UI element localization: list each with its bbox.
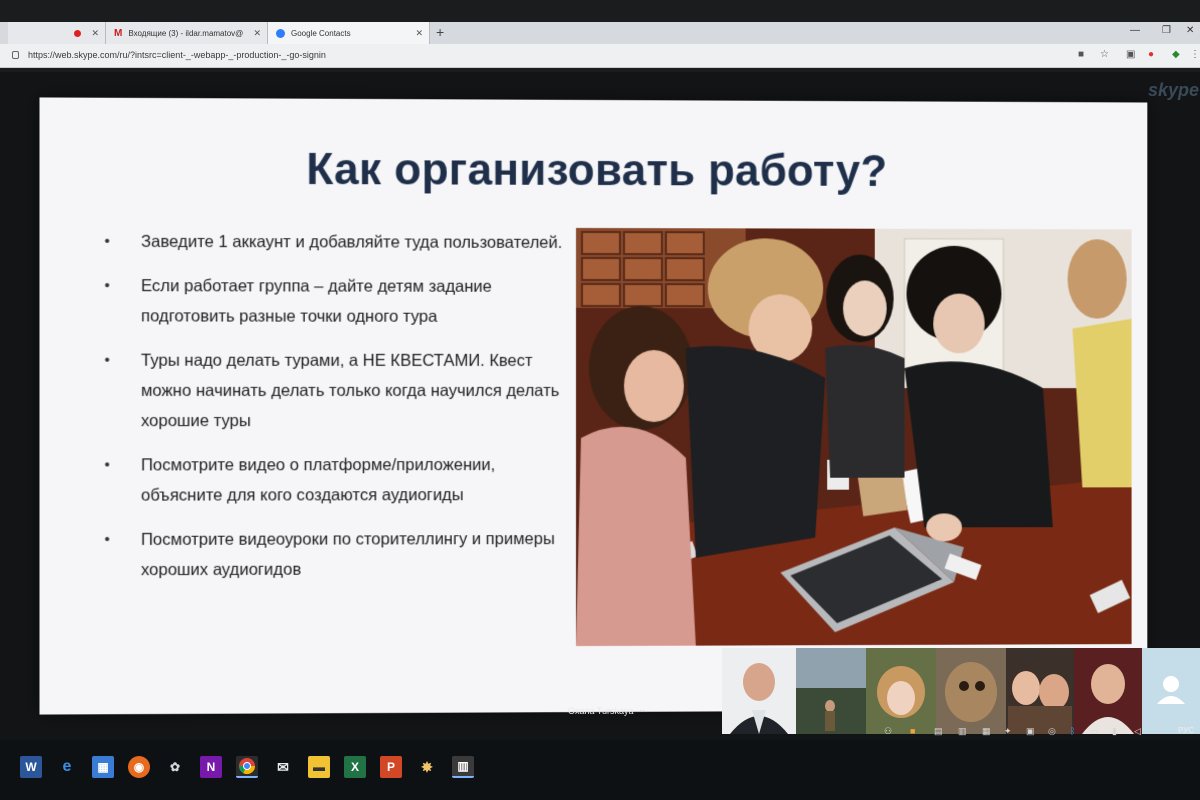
gmail-icon: M	[114, 27, 123, 39]
bullet-item: Посмотрите видео о платформе/приложении,…	[100, 450, 564, 511]
tab-skype[interactable]: ✕	[8, 22, 106, 44]
participant-video-3[interactable]	[866, 648, 936, 734]
powerpoint-icon[interactable]: P	[380, 756, 402, 778]
participant-video-5[interactable]	[1006, 648, 1074, 734]
url-text[interactable]: https://web.skype.com/ru/?intsrc=client-…	[28, 50, 326, 60]
tray-app-icon[interactable]: ▣	[1026, 726, 1035, 737]
onenote-icon[interactable]: N	[200, 756, 222, 778]
network-icon[interactable]: ▮	[1112, 726, 1117, 737]
recording-icon	[74, 29, 81, 37]
tray-app-icon[interactable]: ▤	[934, 726, 943, 737]
word-icon[interactable]: W	[20, 756, 42, 778]
excel-icon[interactable]: X	[344, 756, 366, 778]
tab-bar: ✕ M Входящие (3) - ildar.mamatov@ ✕ Goog…	[0, 22, 1200, 44]
extension-red-icon[interactable]: ●	[1148, 49, 1154, 60]
bullet-item: Туры надо делать турами, а НЕ КВЕСТАМИ. …	[100, 346, 564, 437]
bluetooth-icon[interactable]: ᛒ	[1070, 726, 1075, 736]
bookmark-star-icon[interactable]: ☆	[1100, 49, 1109, 60]
store-icon[interactable]: ▦	[92, 756, 114, 778]
participant-avatar-placeholder[interactable]	[1142, 648, 1200, 734]
paint3d-icon[interactable]: ✸	[416, 756, 438, 778]
browser-window-frame: ✕ M Входящие (3) - ildar.mamatov@ ✕ Goog…	[0, 0, 1200, 72]
close-tab-icon[interactable]: ✕	[91, 28, 99, 39]
participant-video-strip	[722, 648, 1200, 734]
participant-video-4[interactable]	[936, 648, 1006, 734]
minimize-icon[interactable]: —	[1130, 25, 1140, 36]
slide-title: Как организовать работу?	[306, 144, 888, 196]
tab-gmail[interactable]: M Входящие (3) - ildar.mamatov@ ✕	[106, 22, 268, 44]
bullet-item: Посмотрите видеоуроки по сторителлингу и…	[100, 524, 564, 585]
participants-icon[interactable]: ⚇	[884, 726, 892, 737]
edge-icon[interactable]: e	[56, 756, 78, 778]
file-explorer-icon[interactable]: ▬	[308, 756, 330, 778]
lock-icon	[12, 51, 19, 59]
tray-app-icon[interactable]: ✦	[1004, 726, 1012, 737]
tray-app-icon[interactable]: ▦	[982, 726, 991, 737]
participant-video-2[interactable]	[796, 648, 866, 734]
tab-google-contacts[interactable]: Google Contacts ✕	[268, 22, 430, 44]
close-tab-icon[interactable]: ✕	[253, 28, 261, 39]
bullet-list: Заведите 1 аккаунт и добавляйте туда пол…	[100, 227, 564, 600]
participant-video-6[interactable]	[1074, 648, 1142, 734]
chevron-down-icon[interactable]: ⌄	[638, 704, 646, 715]
volume-icon[interactable]: ◁	[1134, 726, 1141, 737]
address-bar[interactable]: https://web.skype.com/ru/?intsrc=client-…	[0, 44, 1200, 68]
new-tab-button[interactable]: +	[436, 24, 444, 40]
mail-icon[interactable]: ✉	[272, 756, 294, 778]
tray-app-icon[interactable]: ▥	[958, 726, 967, 737]
close-window-icon[interactable]: ✕	[1186, 25, 1194, 36]
camera-icon[interactable]: ■	[1078, 49, 1084, 60]
profile-icon[interactable]: ◆	[1172, 49, 1180, 60]
tray-app-icon[interactable]: ■	[910, 726, 915, 736]
extension-icon[interactable]: ▣	[1126, 49, 1135, 60]
shared-presentation-slide: Как организовать работу? Заведите 1 акка…	[39, 97, 1148, 715]
tray-app-icon[interactable]: ◎	[1048, 726, 1056, 737]
photo-students-at-laptop	[575, 227, 1132, 647]
display-icon[interactable]: ▭	[1090, 726, 1099, 737]
menu-icon[interactable]: ⋮	[1190, 49, 1200, 60]
firefox-icon[interactable]: ◉	[128, 756, 150, 778]
pen-icon[interactable]: ✎	[1158, 726, 1166, 737]
participant-video-presenter[interactable]	[722, 648, 796, 734]
maximize-icon[interactable]: ❐	[1162, 25, 1171, 36]
bullet-item: Заведите 1 аккаунт и добавляйте туда пол…	[100, 227, 564, 258]
app-icon[interactable]: ▥	[452, 756, 474, 778]
windows-taskbar: W e ▦ ◉ ✿ N ✉ ▬ X P ✸ ▥	[0, 740, 1200, 800]
bullet-item: Если работает группа – дайте детям задан…	[100, 271, 564, 332]
contacts-icon	[276, 28, 285, 38]
paint-icon[interactable]: ✿	[164, 756, 186, 778]
language-indicator[interactable]: РУС	[1178, 726, 1194, 735]
skype-logo: skype	[1148, 80, 1200, 100]
presenter-name[interactable]: Oxana Turskaya	[568, 706, 634, 716]
close-tab-icon[interactable]: ✕	[415, 28, 423, 39]
chrome-icon[interactable]	[236, 756, 258, 778]
